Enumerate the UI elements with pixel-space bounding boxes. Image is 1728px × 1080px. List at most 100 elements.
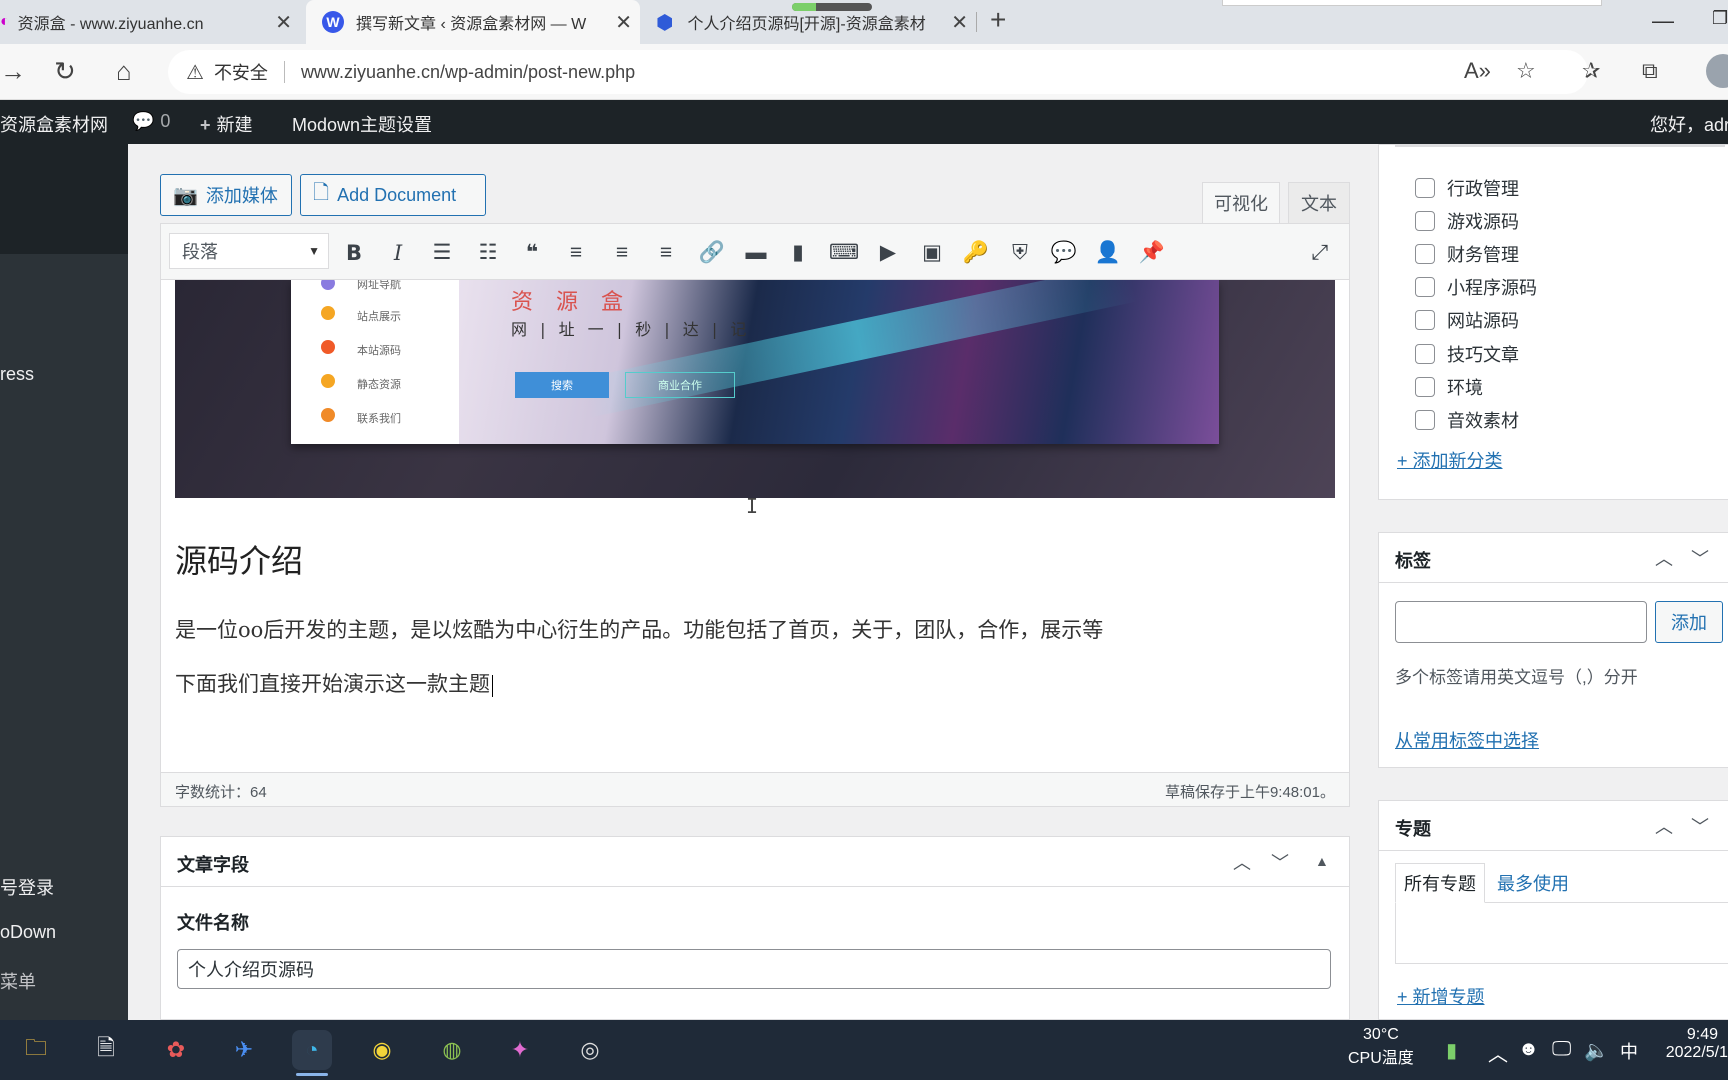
new-tab-icon[interactable]: + [990,4,1006,36]
chevron-up-icon[interactable]: ︿ [1488,1038,1508,1067]
tab-new-post[interactable]: W 撰写新文章 ‹ 资源盒素材网 — W ✕ [306,0,640,44]
add-favorite-icon[interactable]: ☆ [1516,58,1536,84]
move-up-icon[interactable]: ︿ [1233,849,1251,875]
move-down-icon[interactable]: ﹀ [1691,545,1709,571]
checkbox[interactable] [1415,377,1435,397]
page-break-icon[interactable]: ▮ [783,238,813,268]
account-greeting[interactable]: 您好，adr [1650,111,1728,137]
minimize-icon[interactable]: — [1652,8,1674,34]
format-select[interactable]: 段落 ▼ [169,233,329,269]
clock[interactable]: 9:49 2022/5/1 [1660,1026,1728,1062]
checkbox[interactable] [1415,310,1435,330]
url-text[interactable]: www.ziyuanhe.cn/wp-admin/post-new.php [301,62,635,83]
category-checkbox[interactable]: 环境 [1415,374,1483,400]
numbered-list-icon[interactable]: ☷ [473,238,503,268]
move-up-icon[interactable]: ︿ [1655,545,1673,571]
tab-all-topics[interactable]: 所有专题 [1395,863,1485,903]
close-tab-icon[interactable]: ✕ [951,10,968,35]
move-down-icon[interactable]: ﹀ [1271,849,1289,875]
tab-profile-source[interactable]: ⬢ 个人介绍页源码[开源]-资源盒素材 ✕ [646,0,976,44]
blockquote-icon[interactable]: ❝ [517,238,547,268]
app-red-icon[interactable]: ✿ [156,1030,196,1070]
category-checkbox[interactable]: 网站源码 [1415,307,1519,333]
tab-text[interactable]: 文本 [1288,182,1350,224]
tag-input[interactable] [1395,601,1647,643]
file-explorer-icon[interactable]: 🗀 [16,1030,56,1070]
close-tab-icon[interactable]: ✕ [275,10,292,35]
checkbox[interactable] [1415,178,1435,198]
volume-icon[interactable]: 🔈 [1584,1038,1609,1063]
menu-item-modown[interactable]: oDown [0,922,56,943]
comment-bubble-icon[interactable]: 💬 [1049,238,1079,268]
add-topic-link[interactable]: + 新增专题 [1397,983,1485,1009]
bold-icon[interactable]: B [339,238,369,268]
move-up-icon[interactable]: ︿ [1655,813,1673,839]
content-paragraph[interactable]: 是一位oo后开发的主题，是以炫酷为中心衍生的产品。功能包括了首页，关于，团队，合… [175,614,1103,644]
favorites-icon[interactable]: ✰ [1582,58,1600,84]
keyboard-icon[interactable]: ⌨ [829,238,859,268]
category-checkbox[interactable]: 技巧文章 [1415,341,1519,367]
tab-most-used-topics[interactable]: 最多使用 [1489,863,1577,903]
security-label[interactable]: 不安全 [214,59,268,85]
app-green-icon[interactable]: ◍ [432,1030,472,1070]
theme-settings-link[interactable]: Modown主题设置 [292,111,432,137]
tab-visual[interactable]: 可视化 [1202,182,1280,224]
checkbox[interactable] [1415,410,1435,430]
category-checkbox[interactable]: 游戏源码 [1415,208,1519,234]
temperature-widget[interactable]: 30°C CPU温度 [1348,1026,1414,1068]
restore-icon[interactable]: ❐ [1712,8,1728,29]
comments-link[interactable]: 💬 0 [132,111,170,132]
category-checkbox[interactable]: 财务管理 [1415,241,1519,267]
obs-icon[interactable]: ◎ [570,1030,610,1070]
category-checkbox[interactable]: 音效素材 [1415,407,1519,433]
content-heading[interactable]: 源码介绍 [175,536,303,582]
move-down-icon[interactable]: ﹀ [1691,813,1709,839]
app-blue-icon[interactable]: ✈ [224,1030,264,1070]
url-bar[interactable]: ⚠ 不安全 www.ziyuanhe.cn/wp-admin/post-new.… [168,50,1588,94]
checkbox[interactable] [1415,244,1435,264]
align-center-icon[interactable]: ≡ [607,238,637,268]
checkbox[interactable] [1415,211,1435,231]
home-icon[interactable]: ⌂ [116,56,132,87]
fullscreen-icon[interactable]: ⤢ [1305,238,1335,268]
battery-icon[interactable]: ▮ [1446,1038,1457,1063]
app-yellow-icon[interactable]: ◉ [362,1030,402,1070]
menu-item-login[interactable]: 号登录 [0,874,54,900]
choose-common-tags-link[interactable]: 从常用标签中选择 [1395,727,1539,753]
bullet-list-icon[interactable]: ☰ [427,238,457,268]
collections-icon[interactable]: ⧉ [1642,58,1658,84]
align-left-icon[interactable]: ≡ [561,238,591,268]
checkbox[interactable] [1415,277,1435,297]
key-icon[interactable]: 🔑 [961,238,991,268]
site-name-link[interactable]: 资源盒素材网 [0,111,108,137]
forward-icon[interactable]: → [0,56,26,87]
new-content-link[interactable]: + 新建 [200,111,253,137]
app-pink-icon[interactable]: ✦ [500,1030,540,1070]
menu-item-wordpress[interactable]: ress [0,364,34,385]
menu-item-collapse[interactable]: 菜单 [0,968,36,994]
read-aloud-icon[interactable]: A» [1464,58,1491,84]
link-icon[interactable]: 🔗 [697,238,727,268]
checkbox[interactable] [1415,344,1435,364]
add-tag-button[interactable]: 添加 [1655,601,1723,643]
edge-browser-icon[interactable]: ◔ [292,1030,332,1076]
ime-indicator[interactable]: 中 [1620,1038,1638,1064]
add-media-button[interactable]: 📷 添加媒体 [160,174,292,216]
network-icon[interactable]: 🖵 [1552,1038,1571,1061]
image-icon[interactable]: ▣ [917,238,947,268]
reload-icon[interactable]: ↻ [54,56,76,87]
align-right-icon[interactable]: ≡ [651,238,681,268]
add-document-button[interactable]: 🗋 Add Document [300,174,486,216]
read-more-icon[interactable]: ▬ [741,238,771,268]
video-icon[interactable]: ▶ [873,238,903,268]
category-checkbox[interactable]: 小程序源码 [1415,274,1537,300]
collapse-triangle-icon[interactable]: ▲ [1315,853,1329,869]
italic-icon[interactable]: I [383,238,413,268]
pin-icon[interactable]: 📌 [1137,238,1167,268]
tab-ziyuanhe-home[interactable]: ◐ 资源盒 - www.ziyuanhe.cn ✕ [0,0,300,44]
file-name-input[interactable]: 个人介绍页源码 [177,949,1331,989]
shield-icon[interactable]: ⛨ [1005,238,1035,268]
user-icon[interactable]: 👤 [1093,238,1123,268]
qq-icon[interactable]: ☻ [1518,1038,1539,1061]
add-category-link[interactable]: + 添加新分类 [1397,447,1503,473]
